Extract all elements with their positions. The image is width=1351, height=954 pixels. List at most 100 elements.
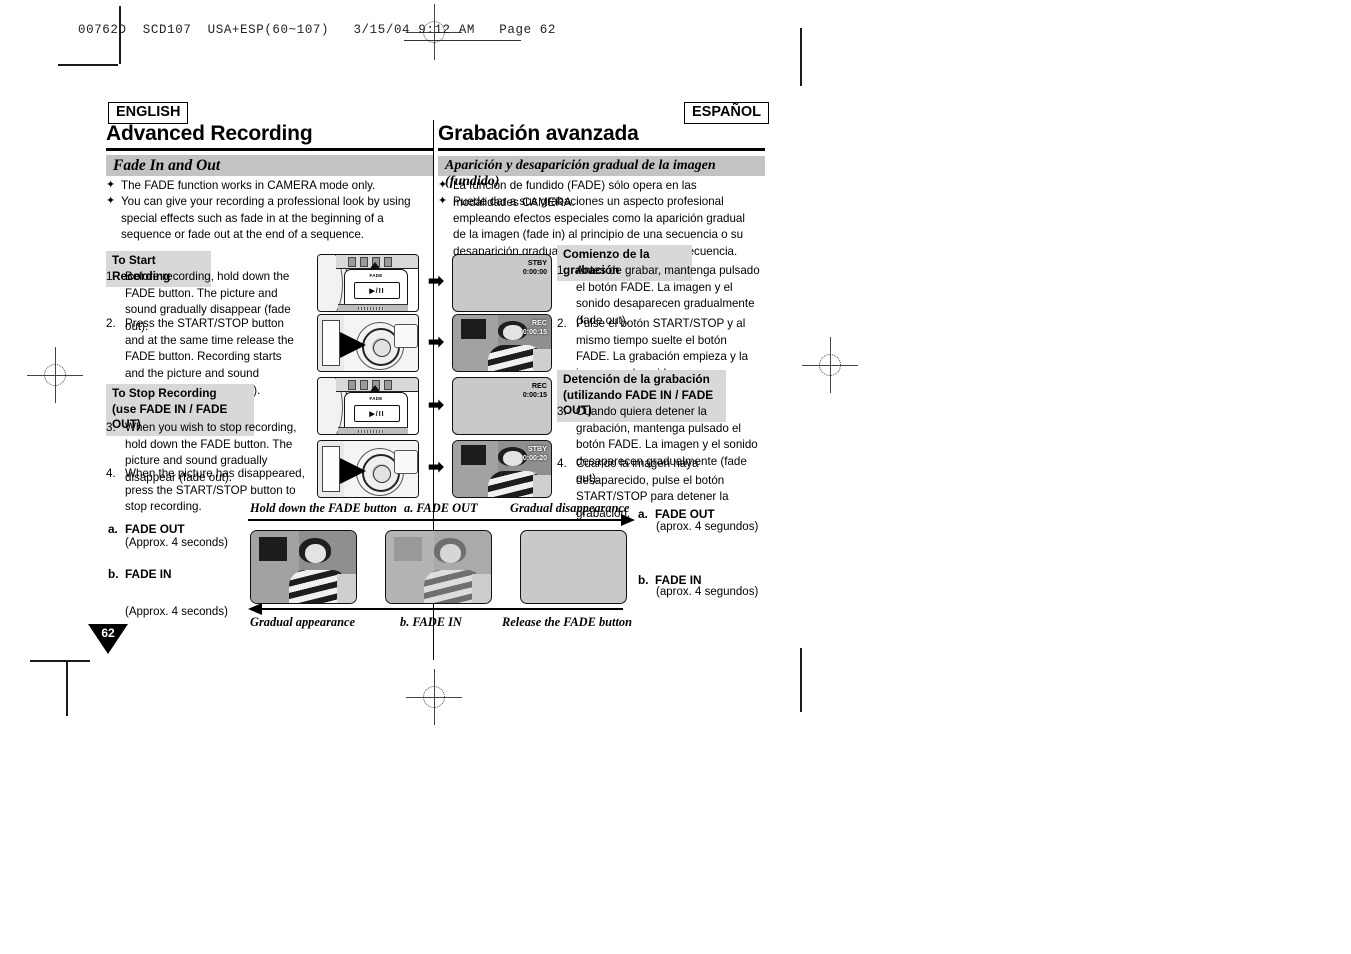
photo-face	[502, 451, 523, 466]
legend-label: FADE IN	[655, 573, 702, 587]
page-number-badge: 62	[88, 624, 128, 654]
film-frame-1	[250, 530, 357, 604]
camcorder-vent	[360, 257, 368, 267]
bullet-marker-icon: ✦	[106, 179, 116, 191]
caption-hold-down-fade-button: Hold down the FADE button	[250, 501, 397, 515]
section-heading-english: Fade In and Out	[106, 155, 433, 176]
caption-a-fade-out: a. FADE OUT	[404, 501, 478, 515]
lcd-screen-2: REC 0:00:15	[452, 314, 552, 372]
film-frame-3	[520, 530, 627, 604]
press-arrow-icon	[340, 332, 366, 358]
legend-espanol-fade-in-note: (aprox. 4 segundos)	[656, 586, 759, 598]
crop-mark-top-right-v	[800, 28, 802, 86]
legend-key: b.	[638, 573, 649, 587]
language-tag-espanol: ESPAÑOL	[684, 102, 770, 124]
lcd-timecode: 0:00:00	[522, 268, 547, 276]
legend-english-fade-in: b. FADE IN	[108, 566, 248, 583]
camcorder-grill	[358, 307, 384, 310]
crop-mark-top-left-h	[58, 64, 118, 66]
camcorder-illustration-startstop-2	[317, 440, 419, 498]
flow-arrow-line-top	[248, 519, 623, 522]
camcorder-illustration-fade-button-2: FADE ▶/II	[317, 377, 419, 435]
bullet-text: The FADE function works in CAMERA mode o…	[121, 179, 376, 192]
caption-release-fade-button: Release the FADE button	[502, 615, 633, 629]
lcd-screen-3: REC 0:00:15	[452, 377, 552, 435]
caption-gradual-disappearance: Gradual disappearance	[510, 501, 630, 515]
caption-b-fade-in: b. FADE IN	[400, 615, 462, 629]
bullet-marker-icon: ✦	[438, 195, 448, 207]
bullet-text: You can give your recording a profession…	[121, 195, 411, 242]
lcd-screen-1: STBY 0:00:00	[452, 254, 552, 312]
photo-picture-frame	[259, 536, 287, 562]
fade-button-key: ▶/II	[354, 405, 400, 422]
camcorder-vent	[360, 380, 368, 390]
camcorder-port-flap	[394, 450, 418, 474]
lcd-timecode: 0:00:20	[522, 454, 547, 462]
title-rule-espanol	[438, 148, 765, 151]
step-arrow-icon-2: ➡	[428, 332, 444, 353]
lcd-status: REC	[531, 318, 547, 327]
photo-face	[304, 543, 326, 563]
subheading-line-1: Detención de la grabación	[563, 372, 710, 386]
legend-english-fade-out: a. FADE OUT	[108, 521, 248, 538]
title-rule-english	[106, 148, 433, 151]
photo-picture-frame	[460, 319, 487, 339]
language-tag-english: ENGLISH	[108, 102, 189, 124]
lcd-timecode: 0:00:15	[522, 328, 547, 336]
photo-face	[439, 543, 461, 563]
page-title-english: Advanced Recording	[106, 122, 313, 145]
photo-arm	[533, 348, 551, 371]
lcd-osd-4: STBY 0:00:20	[523, 444, 547, 463]
camcorder-port-flap	[394, 324, 418, 348]
photo-arm	[337, 574, 356, 603]
registration-mark-right	[802, 337, 858, 393]
bullet-english-2: ✦ You can give your recording a professi…	[106, 194, 431, 244]
lcd-screen-4: STBY 0:00:20	[452, 440, 552, 498]
subheading-line-1: To Stop Recording	[112, 386, 217, 400]
caption-gradual-appearance: Gradual appearance	[250, 615, 355, 629]
step-number: 4.	[106, 467, 116, 480]
bullet-english-1: ✦ The FADE function works in CAMERA mode…	[106, 178, 431, 195]
step-arrow-icon-4: ➡	[428, 457, 444, 478]
camcorder-illustration-fade-button-1: FADE ▶/II	[317, 254, 419, 312]
camcorder-vent	[348, 380, 356, 390]
step-arrow-icon-3: ➡	[428, 395, 444, 416]
proof-header-rule	[404, 40, 521, 41]
lcd-osd-1: STBY 0:00:00	[523, 258, 547, 277]
photo-arm	[533, 474, 551, 497]
crop-mark-bottom-left-v	[66, 660, 68, 716]
photo-face	[502, 325, 523, 340]
legend-key: a.	[108, 522, 118, 536]
legend-key: a.	[638, 507, 648, 521]
film-frame-2	[385, 530, 492, 604]
fade-button-key: ▶/II	[354, 282, 400, 299]
lcd-osd-3: REC 0:00:15	[523, 381, 547, 400]
crop-mark-bottom-left-h	[30, 660, 90, 662]
lcd-status: STBY	[527, 444, 547, 453]
press-arrow-icon	[340, 458, 366, 484]
film-photo-faded	[386, 531, 491, 603]
legend-espanol-fade-out-note: (aprox. 4 segundos)	[656, 521, 759, 533]
lcd-status: REC	[531, 381, 547, 390]
proof-header-text: 00762D SCD107 USA+ESP(60~107) 3/15/04 9:…	[78, 23, 556, 37]
legend-label: FADE IN	[125, 567, 172, 581]
section-heading-espanol: Aparición y desaparición gradual de la i…	[438, 156, 765, 189]
page-title-espanol: Grabación avanzada	[438, 122, 639, 145]
film-photo-full	[251, 531, 356, 603]
legend-label: FADE OUT	[655, 507, 715, 521]
lcd-status: STBY	[527, 258, 547, 267]
step-arrow-icon-1: ➡	[428, 271, 444, 292]
legend-english-fade-out-note: (Approx. 4 seconds)	[125, 537, 228, 549]
camcorder-vent	[384, 380, 392, 390]
registration-mark-bottom	[406, 669, 462, 725]
fade-button-label: FADE	[369, 396, 383, 401]
bullet-marker-icon: ✦	[106, 195, 116, 207]
photo-picture-frame	[394, 536, 422, 562]
legend-key: b.	[108, 567, 119, 581]
camcorder-grill	[358, 430, 384, 433]
flow-arrow-head-right	[621, 514, 635, 526]
flow-arrow-head-left	[248, 603, 262, 615]
page-number-text: 62	[101, 626, 115, 640]
photo-picture-frame	[460, 445, 487, 465]
registration-mark-left	[27, 347, 83, 403]
